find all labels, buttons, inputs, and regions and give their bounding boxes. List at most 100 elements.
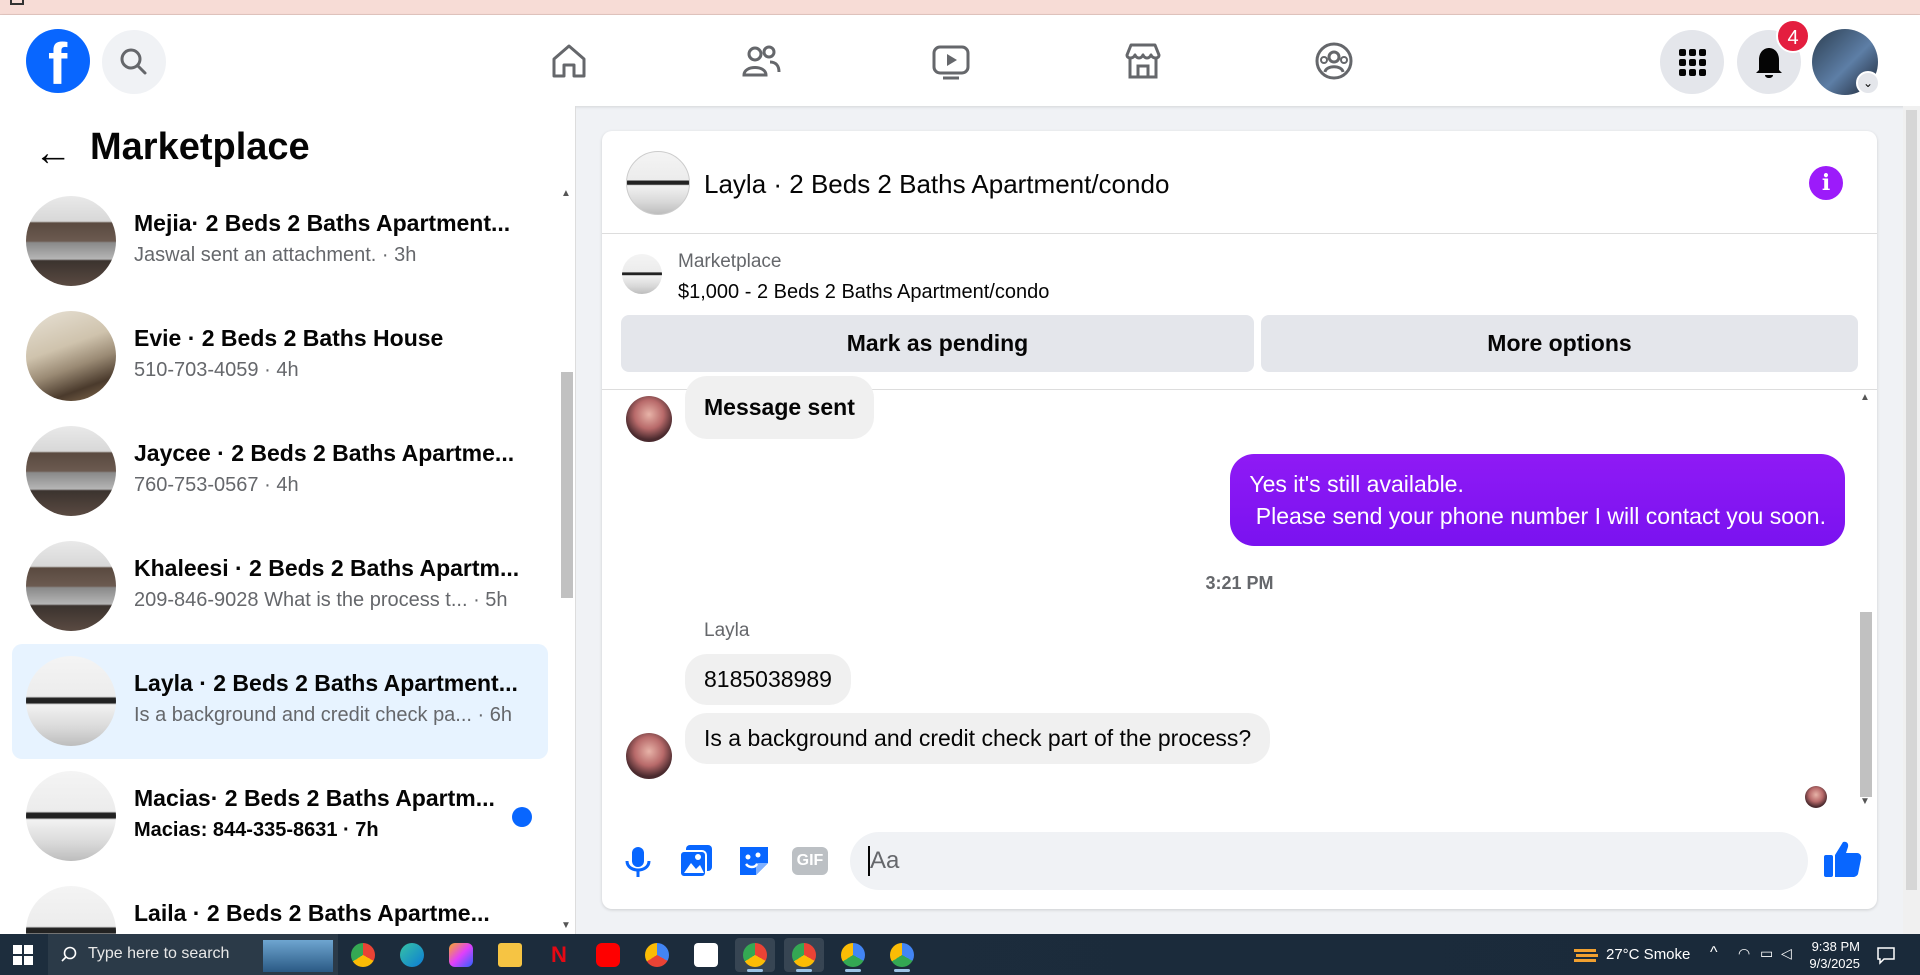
listing-thumbnail-small	[622, 254, 662, 294]
groups-icon[interactable]	[1314, 41, 1354, 81]
listing-price-title[interactable]: $1,000 - 2 Beds 2 Baths Apartment/condo	[678, 281, 1049, 304]
conversation-item[interactable]: Laila · 2 Beds 2 Baths Apartme...	[12, 874, 548, 934]
windows-start-icon[interactable]	[12, 944, 34, 966]
more-options-button[interactable]: More options	[1261, 315, 1858, 372]
message-bubble-incoming: 8185038989	[685, 654, 851, 705]
weather-text[interactable]: 27°C Smoke	[1606, 946, 1690, 963]
system-clock[interactable]: 9:38 PM 9/3/2025	[1800, 938, 1860, 972]
message-bubble-incoming: Message sent	[685, 376, 874, 439]
chrome-icon	[645, 943, 669, 967]
chat-window: Layla · 2 Beds 2 Baths Apartment/condo i…	[602, 131, 1877, 909]
taskbar-chrome-profile[interactable]	[735, 938, 775, 972]
taskbar-chrome-profile[interactable]	[882, 938, 922, 972]
message-input[interactable]	[870, 842, 1730, 880]
scrollbar-thumb[interactable]	[561, 372, 573, 598]
thumbs-up-icon[interactable]	[1820, 837, 1864, 881]
battery-icon[interactable]: ▭	[1760, 945, 1773, 962]
message-input-field[interactable]	[850, 832, 1808, 890]
taskbar-chrome-profile[interactable]	[833, 938, 873, 972]
taskbar-copilot[interactable]	[441, 938, 481, 972]
conversation-item[interactable]: Macias· 2 Beds 2 Baths Apartm... Macias:…	[12, 759, 548, 874]
listing-thumbnail	[26, 541, 116, 631]
photo-icon[interactable]	[676, 841, 716, 881]
conversation-item[interactable]: Jaycee · 2 Beds 2 Baths Apartme... 760-7…	[12, 414, 548, 529]
message-bubble-incoming: Is a background and credit check part of…	[685, 713, 1271, 764]
conversation-preview: 209-846-9028 What is the process t... · …	[134, 589, 508, 611]
conversation-preview: 760-753-0567 · 4h	[134, 474, 299, 496]
scroll-up-arrow-icon[interactable]: ▲	[561, 188, 571, 199]
chrome-icon	[351, 943, 375, 967]
weather-smoke-icon[interactable]	[1572, 943, 1600, 967]
conversation-title: Macias· 2 Beds 2 Baths Apartm...	[134, 785, 495, 811]
scrollbar-thumb[interactable]	[1860, 612, 1872, 797]
taskbar-app[interactable]	[686, 938, 726, 972]
scroll-down-arrow-icon[interactable]: ▼	[561, 920, 571, 931]
search-button[interactable]	[102, 30, 166, 94]
conversation-item[interactable]: Khaleesi · 2 Beds 2 Baths Apartm... 209-…	[12, 529, 548, 644]
conversation-list-scrollbar[interactable]: ▲ ▼	[560, 186, 574, 934]
windows-taskbar: Type here to search N 27°C Smoke ^ ◠ ▭ ◁…	[0, 934, 1920, 975]
conversation-title: Evie · 2 Beds 2 Baths House	[134, 325, 444, 351]
sender-avatar	[626, 733, 672, 779]
message-thread: Message sent Yes it's still available. P…	[602, 376, 1877, 810]
video-icon[interactable]	[931, 41, 971, 81]
chrome-icon	[743, 943, 767, 967]
taskbar-chrome-profile[interactable]	[637, 938, 677, 972]
back-arrow-icon[interactable]: ←	[34, 132, 72, 175]
conversation-title: Mejia· 2 Beds 2 Baths Apartment...	[134, 210, 511, 236]
facebook-logo[interactable]: f	[26, 29, 90, 97]
taskbar-edge[interactable]	[392, 938, 432, 972]
listing-thumbnail	[26, 196, 116, 286]
message-timestamp: 3:21 PM	[1205, 573, 1274, 593]
page-scrollbar[interactable]	[1903, 106, 1920, 934]
sender-avatar	[626, 396, 672, 442]
friends-icon[interactable]	[741, 41, 781, 81]
panel-title: Marketplace	[90, 126, 310, 168]
marketplace-label: Marketplace	[678, 251, 782, 272]
listing-thumbnail	[26, 886, 116, 934]
taskbar-search-box[interactable]: Type here to search	[48, 934, 338, 975]
conversation-title: Laila · 2 Beds 2 Baths Apartme...	[134, 900, 490, 926]
menu-button[interactable]	[1660, 30, 1724, 94]
info-icon[interactable]: i	[1809, 166, 1843, 200]
chat-title[interactable]: Layla · 2 Beds 2 Baths Apartment/condo	[704, 169, 1169, 200]
conversation-title: Layla · 2 Beds 2 Baths Apartment...	[134, 670, 518, 696]
chat-listing-avatar[interactable]	[626, 151, 690, 215]
active-indicator	[845, 969, 861, 972]
active-indicator	[796, 969, 812, 972]
search-icon	[61, 946, 77, 962]
listing-thumbnail	[26, 426, 116, 516]
speaker-icon[interactable]: ◁	[1781, 945, 1792, 962]
conversation-item[interactable]: Evie · 2 Beds 2 Baths House 510-703-4059…	[12, 299, 548, 414]
listing-thumbnail	[26, 311, 116, 401]
conversation-preview: Macias: 844-335-8631 · 7h	[134, 819, 379, 841]
search-icon	[120, 48, 147, 75]
marketplace-icon[interactable]	[1123, 41, 1163, 81]
search-highlight-image	[263, 940, 333, 972]
gif-button[interactable]: GIF	[792, 847, 828, 875]
wifi-icon[interactable]: ◠	[1738, 945, 1750, 962]
taskbar-chrome[interactable]	[343, 938, 383, 972]
active-indicator	[747, 969, 763, 972]
taskbar-file-explorer[interactable]	[490, 938, 530, 972]
tray-chevron-up-icon[interactable]: ^	[1710, 944, 1718, 962]
sticker-icon[interactable]	[734, 841, 774, 881]
taskbar-chrome-profile[interactable]	[784, 938, 824, 972]
marketplace-inbox-panel: ← Marketplace Mejia· 2 Beds 2 Baths Apar…	[0, 106, 576, 934]
message-thread-scrollbar[interactable]: ▲ ▼	[1859, 390, 1873, 810]
conversation-item[interactable]: Mejia· 2 Beds 2 Baths Apartment... Jaswa…	[12, 184, 548, 299]
seen-receipt-avatar	[1805, 786, 1827, 808]
taskbar-netflix[interactable]: N	[539, 938, 579, 972]
home-icon[interactable]	[549, 41, 589, 81]
scroll-up-arrow-icon[interactable]: ▲	[1860, 392, 1870, 403]
conversation-item-active[interactable]: Layla · 2 Beds 2 Baths Apartment... Is a…	[12, 644, 548, 759]
notification-center-icon[interactable]	[1876, 945, 1896, 965]
chrome-icon	[792, 943, 816, 967]
window-icon	[10, 0, 24, 5]
mark-as-pending-button[interactable]: Mark as pending	[621, 315, 1254, 372]
account-chevron-down-icon[interactable]: ⌄	[1856, 71, 1880, 95]
scrollbar-thumb[interactable]	[1906, 110, 1917, 890]
taskbar-youtube[interactable]	[588, 938, 628, 972]
scroll-down-arrow-icon[interactable]: ▼	[1860, 796, 1870, 807]
microphone-icon[interactable]	[618, 841, 658, 881]
